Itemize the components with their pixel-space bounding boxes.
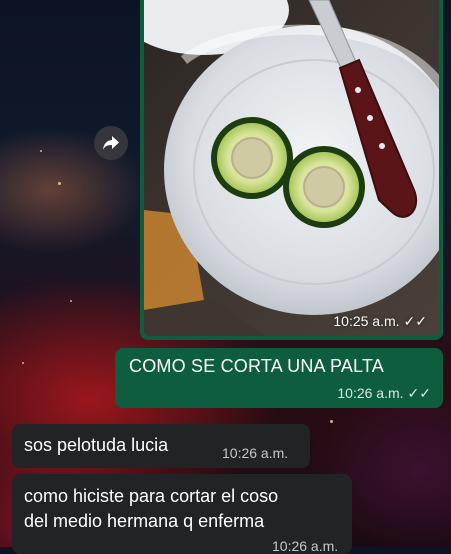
background-star xyxy=(40,150,42,152)
outgoing-message-timestamp: 10:26 a.m. ✓✓ xyxy=(337,385,431,401)
image-timestamp: 10:25 a.m. ✓✓ xyxy=(333,313,427,329)
incoming-message-text: sos pelotuda lucia xyxy=(24,435,169,455)
incoming-message-bubble[interactable]: sos pelotuda lucia 10:26 a.m. xyxy=(12,424,310,468)
avocado-plate-image xyxy=(144,0,439,336)
incoming-message-text-line: como hiciste para cortar el coso xyxy=(24,486,279,506)
incoming-message-text-line: del medio hermana q enferma xyxy=(24,511,265,531)
background-star xyxy=(70,300,72,302)
avocado-photo[interactable]: 10:25 a.m. ✓✓ xyxy=(144,0,439,336)
incoming-message-timestamp: 10:26 a.m. xyxy=(272,538,339,554)
image-message-bubble[interactable]: 10:25 a.m. ✓✓ xyxy=(140,0,443,340)
double-check-icon: ✓✓ xyxy=(403,313,427,329)
incoming-message-bubble[interactable]: como hiciste para cortar el coso del med… xyxy=(12,474,352,554)
background-star xyxy=(22,362,24,364)
background-star xyxy=(330,420,333,423)
double-check-icon: ✓✓ xyxy=(407,385,431,401)
forward-button[interactable] xyxy=(94,126,128,160)
outgoing-message-bubble[interactable]: COMO SE CORTA UNA PALTA 10:26 a.m. ✓✓ xyxy=(115,348,443,408)
forward-arrow-icon xyxy=(103,136,119,150)
outgoing-message-text: COMO SE CORTA UNA PALTA xyxy=(129,356,384,376)
incoming-message-timestamp: 10:26 a.m. xyxy=(222,445,289,461)
background-star xyxy=(58,182,61,185)
